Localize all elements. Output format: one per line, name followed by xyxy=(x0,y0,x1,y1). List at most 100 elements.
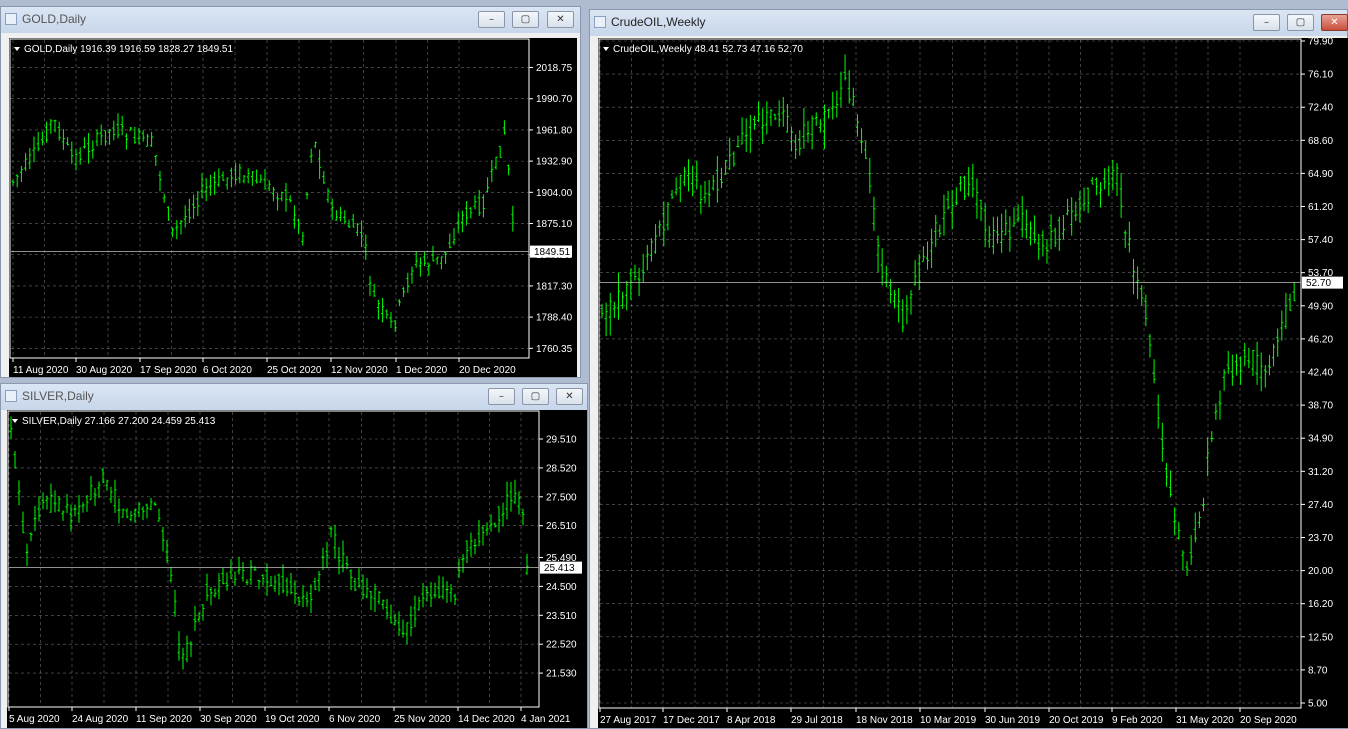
price-label: 21.530 xyxy=(546,669,577,680)
silver-title-bar[interactable]: SILVER,Daily – ▢ ✕ xyxy=(1,384,587,410)
candles xyxy=(11,113,515,333)
crude-window-title: CrudeOIL,Weekly xyxy=(611,15,706,29)
current-price-label: 25.413 xyxy=(544,563,575,574)
chart-window-icon xyxy=(5,13,17,25)
chart-canvas: 29.51028.52027.50026.51025.49024.50023.5… xyxy=(7,410,582,725)
time-label: 18 Nov 2018 xyxy=(856,715,913,726)
close-button[interactable]: ✕ xyxy=(1321,14,1348,31)
time-label: 30 Sep 2020 xyxy=(200,714,257,725)
time-label: 9 Feb 2020 xyxy=(1112,715,1163,726)
time-label: 8 Apr 2018 xyxy=(727,715,776,726)
grid xyxy=(11,40,528,357)
grid xyxy=(599,40,1300,707)
price-label: 1875.10 xyxy=(536,219,573,230)
dropdown-arrow-icon xyxy=(12,419,18,423)
price-label: 49.90 xyxy=(1308,301,1333,312)
price-label: 38.70 xyxy=(1308,401,1333,412)
gold-title-bar[interactable]: GOLD,Daily – ▢ ✕ xyxy=(1,7,580,33)
minimize-button[interactable]: – xyxy=(488,388,515,405)
price-label: 42.40 xyxy=(1308,368,1333,379)
price-label: 2018.75 xyxy=(536,63,573,74)
price-label: 68.60 xyxy=(1308,136,1333,147)
price-label: 57.40 xyxy=(1308,235,1333,246)
time-label: 25 Nov 2020 xyxy=(394,714,451,725)
price-label: 76.10 xyxy=(1308,70,1333,81)
silver-window-title: SILVER,Daily xyxy=(22,389,94,403)
maximize-button[interactable]: ▢ xyxy=(522,388,549,405)
silver-price-chart[interactable]: 29.510 28.520 27.500 26.510 25.490 24.500 23.5… xyxy=(7,410,587,728)
price-label: 20.00 xyxy=(1308,566,1333,577)
time-label: 12 Nov 2020 xyxy=(331,365,388,376)
time-label: 19 Oct 2020 xyxy=(265,714,320,725)
time-label: 20 Dec 2020 xyxy=(459,365,516,376)
crude-title-bar[interactable]: CrudeOIL,Weekly – ▢ ✕ xyxy=(590,10,1348,36)
close-button[interactable]: ✕ xyxy=(556,388,583,405)
price-label: 46.20 xyxy=(1308,334,1333,345)
time-label: 25 Oct 2020 xyxy=(267,365,322,376)
time-label: 20 Sep 2020 xyxy=(1240,715,1297,726)
time-label: 17 Dec 2017 xyxy=(663,715,720,726)
time-label: 24 Aug 2020 xyxy=(72,714,129,725)
gold-price-chart[interactable]: 2018.75 1990.70 1961.80 1932.90 1904.00 1875.… xyxy=(9,38,577,377)
time-label: 30 Aug 2020 xyxy=(76,365,133,376)
price-label: 64.90 xyxy=(1308,169,1333,180)
silver-chart-window[interactable]: SILVER,Daily – ▢ ✕ 29.510 28.520 27.500 26.… xyxy=(0,383,588,729)
time-label: 5 Aug 2020 xyxy=(9,714,60,725)
chart-canvas: 79.9076.1072.4068.6064.9061.2057.4053.70… xyxy=(598,38,1343,726)
price-label: 29.510 xyxy=(546,435,577,446)
price-label: 1760.35 xyxy=(536,344,573,355)
time-label: 29 Jul 2018 xyxy=(791,715,843,726)
price-label: 31.20 xyxy=(1308,467,1333,478)
price-label: 1788.40 xyxy=(536,313,573,324)
time-label: 30 Jun 2019 xyxy=(985,715,1040,726)
candles xyxy=(9,416,529,670)
dropdown-arrow-icon xyxy=(603,47,609,51)
minimize-button[interactable]: – xyxy=(478,11,505,28)
price-label: 8.70 xyxy=(1308,665,1328,676)
current-price-label: 1849.51 xyxy=(534,247,571,258)
price-label: 12.50 xyxy=(1308,632,1333,643)
price-label: 27.40 xyxy=(1308,500,1333,511)
time-label: 11 Sep 2020 xyxy=(136,714,192,725)
time-label: 14 Dec 2020 xyxy=(458,714,515,725)
gold-chart-window[interactable]: GOLD,Daily – ▢ ✕ 2018.75 1990.70 1961.80 19… xyxy=(0,6,581,378)
chart-window-icon xyxy=(594,16,606,28)
time-label: 6 Nov 2020 xyxy=(329,714,381,725)
price-label: 61.20 xyxy=(1308,202,1333,213)
close-button[interactable]: ✕ xyxy=(547,11,574,28)
price-label: 16.20 xyxy=(1308,599,1333,610)
time-label: 11 Aug 2020 xyxy=(13,365,69,376)
price-label: 1932.90 xyxy=(536,157,573,168)
maximize-button[interactable]: ▢ xyxy=(1287,14,1314,31)
time-label: 10 Mar 2019 xyxy=(920,715,977,726)
plot-frame xyxy=(9,38,530,359)
chart-canvas: 2018.75 1990.70 1961.80 1932.90 1904.00 1875.… xyxy=(9,38,573,376)
price-label: 79.90 xyxy=(1308,38,1333,48)
time-label: 17 Sep 2020 xyxy=(140,365,197,376)
crude-price-chart[interactable]: 79.90 76.10 72.40 68.60 64.90 61.20 57.40 53.70… xyxy=(598,38,1348,728)
price-label: 24.500 xyxy=(546,582,577,593)
price-label: 28.520 xyxy=(546,463,577,474)
maximize-button[interactable]: ▢ xyxy=(512,11,539,28)
chart-window-icon xyxy=(5,390,17,402)
price-label: 27.500 xyxy=(546,492,577,503)
gold-window-title: GOLD,Daily xyxy=(22,12,87,26)
price-label: 34.90 xyxy=(1308,434,1333,445)
time-label: 1 Dec 2020 xyxy=(396,365,448,376)
dropdown-arrow-icon xyxy=(14,47,20,51)
time-label: 4 Jan 2021 xyxy=(521,714,571,725)
time-label: 6 Oct 2020 xyxy=(203,365,252,376)
current-price-label: 52.70 xyxy=(1306,278,1331,289)
minimize-button[interactable]: – xyxy=(1253,14,1280,31)
price-label: 22.520 xyxy=(546,640,577,651)
candles xyxy=(600,54,1296,576)
price-label: 1961.80 xyxy=(536,125,573,136)
crude-chart-window[interactable]: CrudeOIL,Weekly – ▢ ✕ 79.90 76.10 72.40 68.… xyxy=(589,9,1348,729)
price-label: 23.510 xyxy=(546,611,577,622)
time-label: 27 Aug 2017 xyxy=(600,715,657,726)
price-label: 23.70 xyxy=(1308,533,1333,544)
price-label: 5.00 xyxy=(1308,699,1328,710)
ohlc-header: CrudeOIL,Weekly 48.41 52.73 47.16 52.70 xyxy=(613,44,803,55)
price-label: 72.40 xyxy=(1308,103,1333,114)
ohlc-header: SILVER,Daily 27.166 27.200 24.459 25.413 xyxy=(22,416,216,427)
